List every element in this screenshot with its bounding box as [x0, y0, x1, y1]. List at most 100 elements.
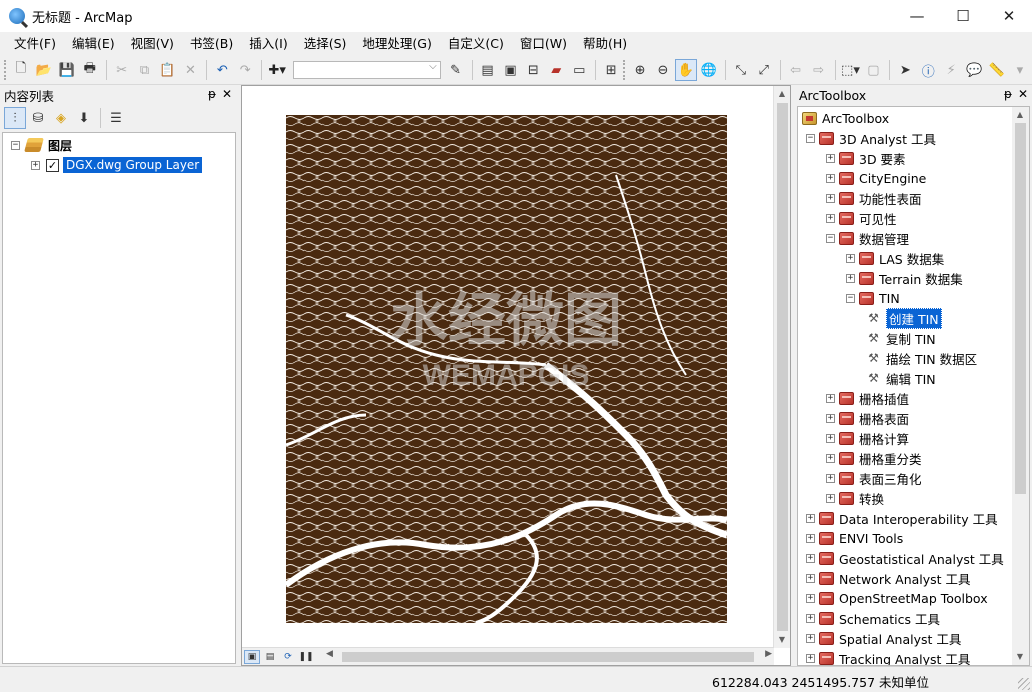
- editor-icon[interactable]: ✎: [445, 59, 467, 81]
- close-icon[interactable]: ✕: [222, 87, 232, 101]
- expand-icon[interactable]: +: [826, 473, 835, 483]
- scroll-right-icon[interactable]: ▶: [765, 649, 772, 659]
- toolbox-item[interactable]: + 表面三角化: [826, 468, 922, 488]
- toolbox-item[interactable]: + Data Interoperability 工具: [806, 508, 998, 528]
- toolbox-item[interactable]: + 可见性: [826, 208, 897, 228]
- close-button[interactable]: ✕: [986, 0, 1032, 32]
- toolbox-item[interactable]: + Schematics 工具: [806, 608, 940, 628]
- toolbox-item[interactable]: + OpenStreetMap Toolbox: [806, 588, 988, 608]
- pin-icon[interactable]: ᵽ: [208, 87, 216, 101]
- expand-icon[interactable]: +: [826, 493, 835, 503]
- menu-insert[interactable]: 插入(I): [241, 32, 295, 56]
- toolbox-item[interactable]: + Geostatistical Analyst 工具: [806, 548, 1004, 568]
- expand-icon[interactable]: +: [846, 253, 855, 263]
- scroll-up-icon[interactable]: ▲: [774, 86, 790, 102]
- collapse-icon[interactable]: −: [11, 140, 20, 150]
- collapse-icon[interactable]: −: [826, 233, 835, 243]
- menu-help[interactable]: 帮助(H): [575, 32, 635, 56]
- arctoolbox-icon[interactable]: ▰: [545, 59, 567, 81]
- pin-icon[interactable]: ᵽ: [1004, 87, 1012, 101]
- select-elements-icon[interactable]: ➤: [894, 59, 916, 81]
- menu-bookmarks[interactable]: 书签(B): [182, 32, 241, 56]
- toc-options-icon[interactable]: ☰: [105, 107, 127, 129]
- list-by-visibility-icon[interactable]: ◈: [50, 107, 72, 129]
- fixed-zoom-out-icon[interactable]: ⤢: [753, 59, 775, 81]
- toolbox-item[interactable]: +3D 要素: [826, 148, 906, 168]
- toolbox-item[interactable]: ⚒ 创建 TIN: [866, 307, 942, 329]
- pan-icon[interactable]: ✋: [674, 59, 697, 81]
- measure-icon[interactable]: 📏: [986, 59, 1008, 81]
- toc-window-icon[interactable]: ▤: [477, 59, 499, 81]
- expand-icon[interactable]: +: [826, 173, 835, 183]
- undo-icon[interactable]: ↶: [211, 59, 233, 81]
- list-by-source-icon[interactable]: ⛁: [27, 107, 49, 129]
- expand-icon[interactable]: +: [826, 193, 835, 203]
- menu-selection[interactable]: 选择(S): [296, 32, 355, 56]
- html-popup-icon[interactable]: 💬: [963, 59, 985, 81]
- model-builder-icon[interactable]: ⊞: [600, 59, 622, 81]
- toolbox-item[interactable]: + 栅格插值: [826, 388, 909, 408]
- layer-visibility-checkbox[interactable]: ✓: [46, 158, 59, 172]
- expand-icon[interactable]: +: [826, 413, 835, 423]
- toolbox-item[interactable]: + Tracking Analyst 工具: [806, 648, 970, 665]
- expand-icon[interactable]: +: [826, 213, 835, 223]
- toolbox-item[interactable]: ⚒ 编辑 TIN: [866, 368, 936, 388]
- search-window-icon[interactable]: ⊟: [522, 59, 544, 81]
- refresh-icon[interactable]: ⟳: [280, 650, 296, 664]
- expand-icon[interactable]: +: [826, 153, 835, 163]
- hyperlink-icon[interactable]: ⚡: [940, 59, 962, 81]
- expand-icon[interactable]: +: [806, 553, 815, 563]
- expand-icon[interactable]: +: [826, 393, 835, 403]
- layout-view-icon[interactable]: ▤: [262, 650, 278, 664]
- toolbox-item[interactable]: ArcToolbox: [802, 108, 889, 128]
- menu-edit[interactable]: 编辑(E): [64, 32, 123, 56]
- toolbar-more-icon[interactable]: ▾: [1009, 59, 1031, 81]
- expand-icon[interactable]: +: [846, 273, 855, 283]
- toolbox-item[interactable]: + Terrain 数据集: [846, 268, 963, 288]
- map-view[interactable]: 水经微图 WEMAPGIS ▲ ▼ ▣ ▤ ⟳ ❚❚ ◀ ▶: [241, 85, 791, 666]
- copy-icon[interactable]: ⧉: [134, 59, 156, 81]
- open-folder-icon[interactable]: 📂: [33, 59, 55, 81]
- collapse-icon[interactable]: −: [806, 133, 815, 143]
- map-vertical-scrollbar[interactable]: ▲ ▼: [773, 86, 790, 648]
- zoom-in-icon[interactable]: ⊕: [629, 59, 651, 81]
- print-icon[interactable]: 🖶: [79, 59, 101, 81]
- collapse-icon[interactable]: −: [846, 293, 855, 303]
- data-view-icon[interactable]: ▣: [244, 649, 260, 664]
- fixed-zoom-in-icon[interactable]: ⤡: [730, 59, 752, 81]
- scroll-left-icon[interactable]: ◀: [326, 649, 333, 659]
- menu-windows[interactable]: 窗口(W): [512, 32, 575, 56]
- pause-drawing-icon[interactable]: ❚❚: [298, 650, 314, 664]
- back-icon[interactable]: ⇦: [785, 59, 807, 81]
- scrollbar-thumb[interactable]: [777, 103, 788, 631]
- list-by-drawing-order-icon[interactable]: ⫶: [4, 107, 26, 129]
- paste-icon[interactable]: 📋: [157, 59, 179, 81]
- toolbox-item[interactable]: + 栅格重分类: [826, 448, 922, 468]
- maximize-button[interactable]: ☐: [940, 0, 986, 32]
- toc-layer-row[interactable]: + ✓ DGX.dwg Group Layer: [31, 155, 203, 175]
- toolbox-item[interactable]: + CityEngine: [826, 168, 926, 188]
- menu-customize[interactable]: 自定义(C): [440, 32, 512, 56]
- toolbar-grip[interactable]: [4, 60, 7, 80]
- python-window-icon[interactable]: ▭: [568, 59, 590, 81]
- close-icon[interactable]: ✕: [1018, 87, 1028, 101]
- minimize-button[interactable]: —: [894, 0, 940, 32]
- toolbox-vertical-scrollbar[interactable]: ▲ ▼: [1012, 107, 1029, 665]
- expand-icon[interactable]: +: [806, 633, 815, 643]
- expand-icon[interactable]: +: [806, 653, 815, 663]
- save-icon[interactable]: 💾: [56, 59, 78, 81]
- toolbox-item[interactable]: + 栅格计算: [826, 428, 909, 448]
- delete-icon[interactable]: ✕: [179, 59, 201, 81]
- expand-icon[interactable]: +: [826, 433, 835, 443]
- scrollbar-thumb[interactable]: [342, 652, 754, 662]
- scrollbar-thumb[interactable]: [1015, 123, 1026, 494]
- toolbox-item[interactable]: + 功能性表面: [826, 188, 922, 208]
- contour-map-canvas[interactable]: 水经微图 WEMAPGIS: [286, 115, 727, 623]
- map-horizontal-scrollbar[interactable]: ◀ ▶: [326, 649, 772, 665]
- list-by-selection-icon[interactable]: ⬇: [73, 107, 95, 129]
- expand-icon[interactable]: +: [31, 160, 40, 170]
- expand-icon[interactable]: +: [806, 613, 815, 623]
- toolbox-item[interactable]: − TIN: [846, 288, 900, 308]
- new-doc-icon[interactable]: 🗋: [10, 59, 32, 81]
- expand-icon[interactable]: +: [806, 593, 815, 603]
